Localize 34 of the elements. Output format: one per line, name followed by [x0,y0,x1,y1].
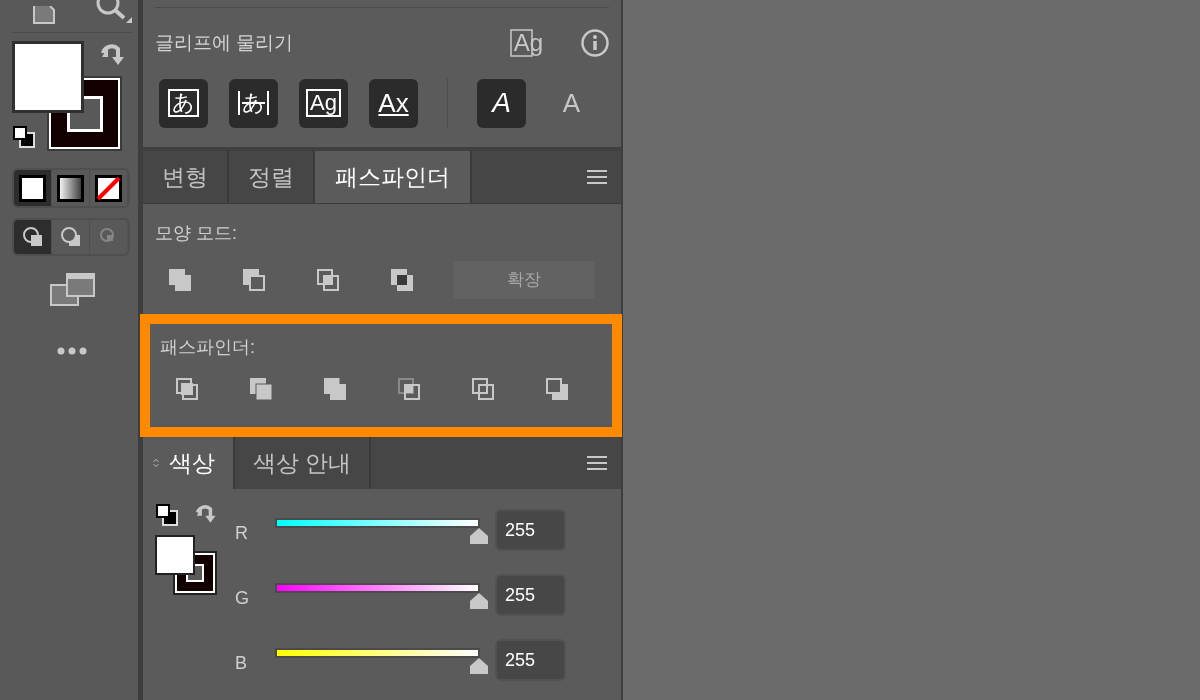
glyph-snap-button[interactable]: Ag [299,78,348,128]
default-colors-icon[interactable] [155,503,179,527]
default-colors-icon[interactable] [12,125,36,149]
screen-mode-icon[interactable] [50,273,95,306]
panel-title: 글리프에 물리기 [155,30,295,55]
glyph-snap-button[interactable]: あ [159,78,208,128]
draw-mode-icon [21,226,44,248]
fill-swatch[interactable] [12,41,84,113]
menu-icon[interactable] [587,456,607,470]
slider-thumb[interactable] [470,658,488,674]
menu-icon[interactable] [587,170,607,184]
channel-label: R [235,521,249,545]
panel-tab[interactable]: 색상 [159,437,235,489]
glyph-snap-button[interactable]: Ax [369,78,418,128]
draw-normal-button[interactable] [14,220,52,254]
document-icon[interactable] [32,6,56,24]
section-label: 모양 모드: [155,222,238,245]
draw-mode-icon [59,226,82,248]
info-icon[interactable] [581,29,609,57]
slider-thumb[interactable] [470,593,488,609]
color-mode-button[interactable] [14,170,52,206]
glyph-snap-button[interactable]: あ [229,78,278,128]
panel-tab[interactable]: 패스파인더 [315,151,472,203]
fill-swatch[interactable] [155,535,195,575]
glyph-snap-button[interactable]: A [477,78,526,128]
value-field[interactable]: 255 [495,639,566,681]
value-field[interactable]: 255 [495,509,566,551]
more-icon[interactable] [57,346,87,356]
value-field[interactable]: 255 [495,574,566,616]
channel-label: B [235,651,248,675]
glyph-snap-button[interactable]: A [547,78,596,128]
section-label: 패스파인더: [160,336,256,359]
slider-thumb[interactable] [470,528,488,544]
channel-label: G [235,586,250,610]
